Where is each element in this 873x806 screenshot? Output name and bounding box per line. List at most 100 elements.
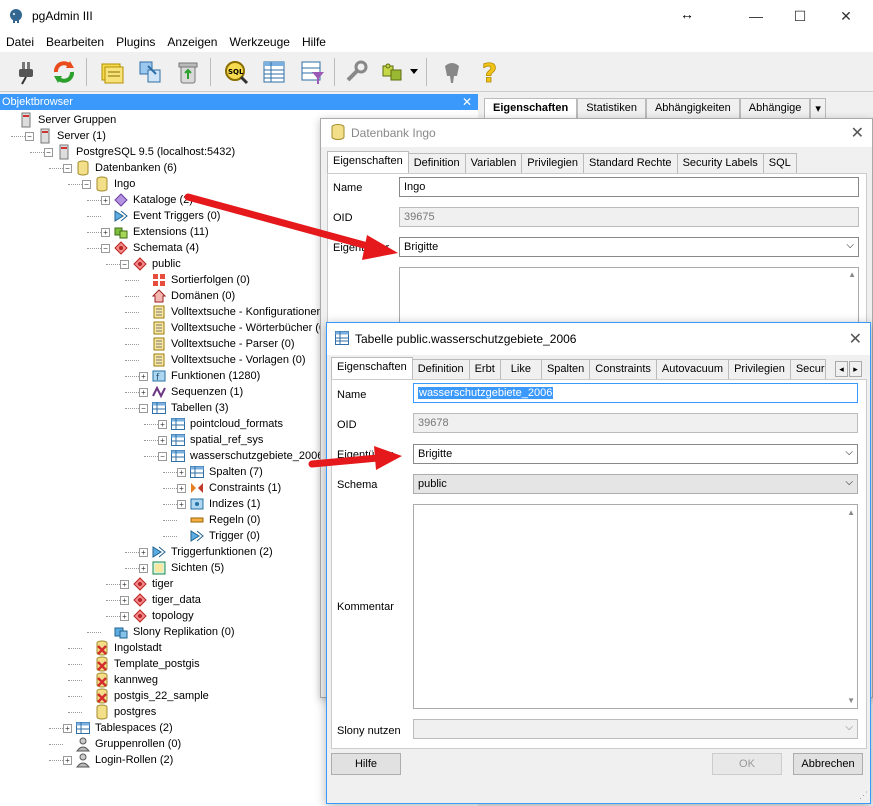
plug-icon[interactable]: [10, 56, 42, 88]
tree-node[interactable]: − wasserschutzgebiete_2006: [158, 448, 324, 464]
expand-icon[interactable]: +: [158, 419, 167, 429]
db-tab-eigenschaften[interactable]: Eigenschaften: [327, 151, 409, 173]
tree-node[interactable]: Volltextsuche - Wörterbücher (0): [139, 320, 330, 336]
tree-node[interactable]: + Triggerfunktionen (2): [139, 544, 274, 560]
expand-icon[interactable]: +: [139, 387, 148, 397]
tbl-tab-security-labels[interactable]: Securi: [789, 359, 826, 379]
scroll-up-icon[interactable]: ▲: [847, 508, 855, 517]
collapse-icon[interactable]: −: [139, 403, 148, 413]
expand-icon[interactable]: +: [101, 227, 110, 237]
tree-node[interactable]: + Kataloge (2): [101, 192, 194, 208]
expand-icon[interactable]: +: [101, 195, 110, 205]
database-dialog-close-button[interactable]: ✕: [851, 123, 864, 143]
collapse-icon[interactable]: −: [25, 131, 34, 141]
expand-icon[interactable]: +: [120, 611, 129, 621]
tree-node[interactable]: + Sichten (5): [139, 560, 225, 576]
tree-node[interactable]: + Spalten (7): [177, 464, 264, 480]
menu-hilfe[interactable]: Hilfe: [296, 32, 332, 52]
tree-node[interactable]: + pointcloud_formats: [158, 416, 284, 432]
filter-data-icon[interactable]: [296, 56, 328, 88]
db-comment-textarea[interactable]: ▲: [399, 267, 859, 327]
tree-node[interactable]: + Sequenzen (1): [139, 384, 244, 400]
expand-icon[interactable]: +: [177, 483, 186, 493]
db-tab-sql[interactable]: SQL: [762, 153, 797, 173]
collapse-icon[interactable]: −: [101, 243, 110, 253]
expand-icon[interactable]: +: [177, 467, 186, 477]
collapse-icon[interactable]: −: [44, 147, 53, 157]
tree-node[interactable]: Volltextsuche - Vorlagen (0): [139, 352, 307, 368]
db-tab-definition[interactable]: Definition: [407, 153, 466, 173]
tree-node[interactable]: + Extensions (11): [101, 224, 210, 240]
tree-node[interactable]: − PostgreSQL 9.5 (localhost:5432): [44, 144, 236, 160]
maximize-button[interactable]: ☐: [777, 0, 823, 32]
tab-scroll-left-icon[interactable]: ◂: [835, 361, 848, 377]
tree-node[interactable]: Slony Replikation (0): [101, 624, 236, 640]
tree-node[interactable]: postgres: [82, 704, 157, 720]
object-browser-close-icon[interactable]: ✕: [462, 94, 472, 110]
tbl-tab-like[interactable]: Like: [499, 359, 542, 379]
tbl-name-input[interactable]: wasserschutzgebiete_2006: [413, 383, 858, 403]
tbl-tab-privilegien[interactable]: Privilegien: [728, 359, 791, 379]
properties-icon[interactable]: [96, 56, 128, 88]
db-tab-security-labels[interactable]: Security Labels: [676, 153, 764, 173]
view-data-icon[interactable]: [258, 56, 290, 88]
tree-node[interactable]: Template_postgis: [82, 656, 201, 672]
tree-node[interactable]: kannweg: [82, 672, 159, 688]
maintenance-icon[interactable]: [340, 56, 372, 88]
tree-node[interactable]: Volltextsuche - Parser (0): [139, 336, 296, 352]
collapse-icon[interactable]: −: [82, 179, 91, 189]
expand-icon[interactable]: +: [63, 755, 72, 765]
expand-icon[interactable]: +: [120, 579, 129, 589]
tree-node[interactable]: Volltextsuche - Konfigurationen (0): [139, 304, 340, 320]
tree-node[interactable]: − Server (1): [25, 128, 107, 144]
tbl-owner-select[interactable]: Brigitte ⌵: [413, 444, 858, 464]
table-dialog-close-button[interactable]: ✕: [849, 329, 862, 349]
help-icon[interactable]: ?: [474, 56, 506, 88]
tree-node[interactable]: + Constraints (1): [177, 480, 282, 496]
menu-bearbeiten[interactable]: Bearbeiten: [40, 32, 110, 52]
expand-icon[interactable]: +: [120, 595, 129, 605]
menu-plugins[interactable]: Plugins: [110, 32, 161, 52]
expand-icon[interactable]: +: [158, 435, 167, 445]
tbl-comment-textarea[interactable]: ▲ ▼: [413, 504, 858, 709]
refresh-icon[interactable]: [48, 56, 80, 88]
tree-node[interactable]: Ingolstadt: [82, 640, 163, 656]
collapse-icon[interactable]: −: [63, 163, 72, 173]
plugins-icon[interactable]: [376, 56, 408, 88]
expand-icon[interactable]: +: [139, 563, 148, 573]
tabs-dropdown-icon[interactable]: ▾: [810, 98, 826, 118]
cancel-button[interactable]: Abbrechen: [793, 753, 863, 775]
tree-node[interactable]: Gruppenrollen (0): [63, 736, 182, 752]
tab-abhaengige[interactable]: Abhängige: [739, 98, 811, 118]
help-button[interactable]: Hilfe: [331, 753, 401, 775]
tree-node[interactable]: − Ingo: [82, 176, 136, 192]
menu-werkzeuge[interactable]: Werkzeuge: [223, 32, 295, 52]
delete-icon[interactable]: [172, 56, 204, 88]
menu-datei[interactable]: Datei: [0, 32, 40, 52]
collapse-icon[interactable]: −: [120, 259, 129, 269]
tree-node[interactable]: + Login-Rollen (2): [63, 752, 174, 768]
expand-icon[interactable]: +: [139, 371, 148, 381]
tree-node[interactable]: + Tablespaces (2): [63, 720, 174, 736]
scroll-up-icon[interactable]: ▲: [848, 270, 856, 279]
tree-node[interactable]: − Datenbanken (6): [63, 160, 178, 176]
tree-node[interactable]: Sortierfolgen (0): [139, 272, 251, 288]
expand-icon[interactable]: +: [139, 547, 148, 557]
db-tab-variablen[interactable]: Variablen: [464, 153, 523, 173]
tab-eigenschaften[interactable]: Eigenschaften: [484, 98, 578, 118]
tbl-tab-constraints[interactable]: Constraints: [589, 359, 657, 379]
tbl-tab-autovacuum[interactable]: Autovacuum: [655, 359, 730, 379]
tree-node[interactable]: + spatial_ref_sys: [158, 432, 264, 448]
tree-node[interactable]: + Indizes (1): [177, 496, 261, 512]
db-tab-privilegien[interactable]: Privilegien: [521, 153, 584, 173]
tree-node[interactable]: − public: [120, 256, 182, 272]
tbl-tab-definition[interactable]: Definition: [411, 359, 470, 379]
db-tab-standard-rechte[interactable]: Standard Rechte: [583, 153, 678, 173]
tree-node[interactable]: − Tabellen (3): [139, 400, 229, 416]
scroll-down-icon[interactable]: ▼: [847, 696, 855, 705]
create-icon[interactable]: [134, 56, 166, 88]
expand-icon[interactable]: +: [63, 723, 72, 733]
tbl-schema-select[interactable]: public ⌵: [413, 474, 858, 494]
tree-node[interactable]: Regeln (0): [177, 512, 261, 528]
tree-node[interactable]: + f Funktionen (1280): [139, 368, 261, 384]
